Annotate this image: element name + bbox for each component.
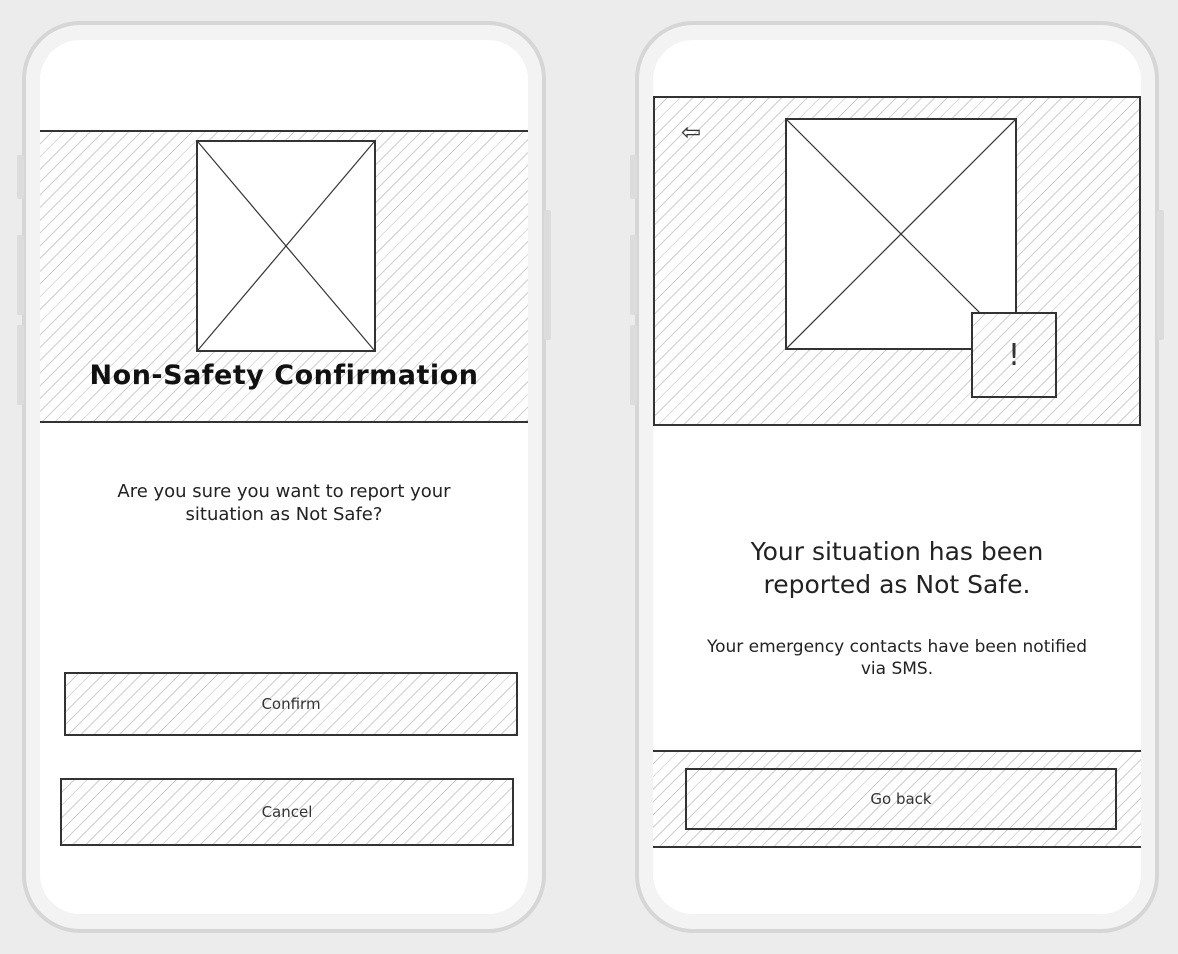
back-arrow-icon[interactable]: ⇦ [681,120,701,144]
header-banner: Non-Safety Confirmation [40,130,528,423]
go-back-button[interactable]: Go back [685,768,1117,830]
image-placeholder-cross [198,142,374,350]
confirm-button[interactable]: Confirm [64,672,518,736]
volume-button [630,325,637,405]
image-placeholder-icon [196,140,376,352]
volume-button [630,235,637,315]
result-heading: Your situation has been reported as Not … [750,537,1044,599]
volume-button [17,325,24,405]
phone-frame-result: ⇦ ! Your situation has been reported as … [630,21,1164,933]
side-button [17,155,24,199]
screen-result: ⇦ ! Your situation has been reported as … [653,40,1141,914]
result-subtext: Your emergency contacts have been notifi… [706,637,1088,680]
screen-confirmation: Non-Safety Confirmation Are you sure you… [40,40,528,914]
power-button [1157,210,1164,340]
header-banner: ⇦ ! [653,96,1141,426]
exclamation-icon: ! [971,312,1057,398]
side-button [630,155,637,199]
phone-frame-confirmation: Non-Safety Confirmation Are you sure you… [17,21,551,933]
cancel-button[interactable]: Cancel [60,778,514,846]
volume-button [17,235,24,315]
footer-bar: Go back [653,750,1141,848]
go-back-button-label: Go back [870,790,932,808]
confirmation-message: Are you sure you want to report your sit… [117,481,451,526]
power-button [544,210,551,340]
page-title: Non-Safety Confirmation [89,360,479,391]
